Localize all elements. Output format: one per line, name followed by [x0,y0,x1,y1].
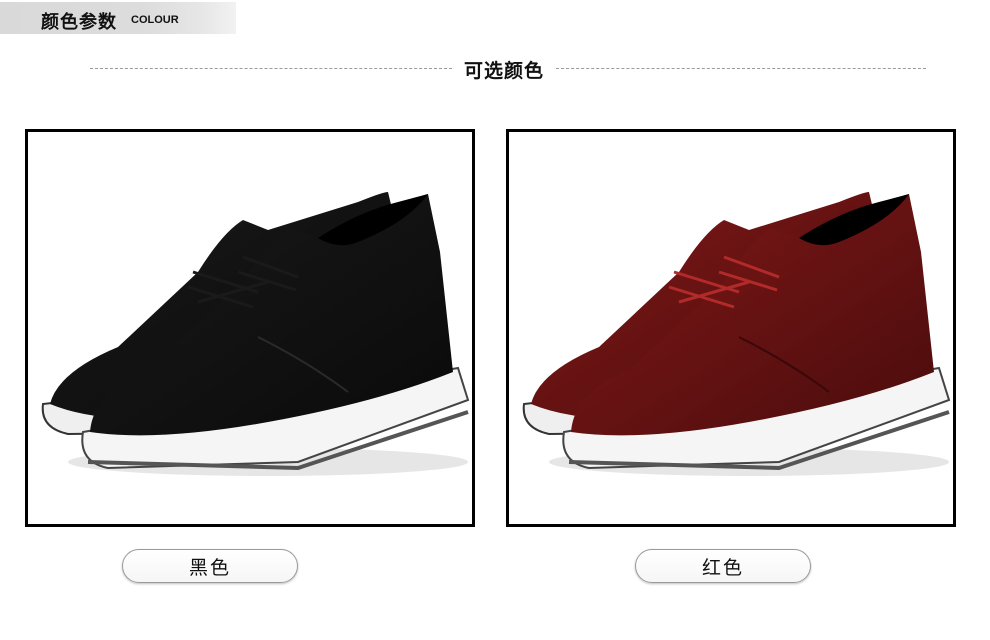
shoe-pair-red-image [522,192,951,476]
shoe-pair-black-image [41,192,470,476]
color-option-red[interactable]: 红色 [635,549,811,583]
section-title: 可选颜色 [463,60,544,82]
divider-right [556,68,926,69]
header-tab: 颜色参数 COLOUR [0,2,236,34]
divider-left [90,68,452,69]
header-title-zh: 颜色参数 [41,12,117,33]
header-title-en: COLOUR [131,14,179,26]
product-image-black[interactable] [25,129,475,527]
color-option-black[interactable]: 黑色 [122,549,298,583]
product-image-red[interactable] [506,129,956,527]
